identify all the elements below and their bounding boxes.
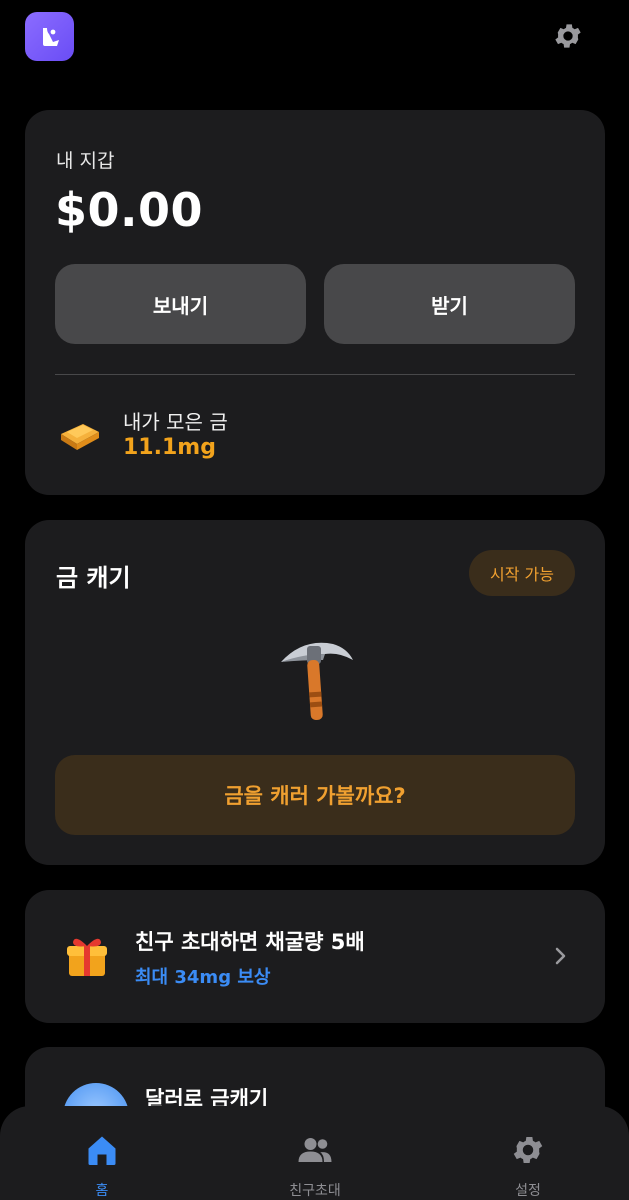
invite-title: 친구 초대하면 채굴량 5배 [135,930,365,954]
status-badge: 시작 가능 [469,550,575,596]
nav-label-home: 홈 [95,1183,109,1199]
wallet-card: 내 지갑 $0.00 보내기 받기 내가 모은 금 11.1mg [25,110,605,495]
nav-item-home[interactable]: 홈 [32,1106,172,1200]
chevron-right-icon [555,947,566,965]
mining-card: 금 캐기 시작 가능 금을 캐러 가볼까요? [25,520,605,865]
divider [55,374,575,375]
app-logo-icon [25,12,74,61]
nav-item-settings[interactable]: 설정 [458,1106,598,1200]
gift-icon [67,938,107,976]
nav-label-invite: 친구초대 [289,1183,341,1199]
nav-label-settings: 설정 [515,1183,541,1199]
gear-icon [555,24,581,48]
gold-collected-label: 내가 모은 금 [123,410,228,434]
mining-title: 금 캐기 [56,564,131,592]
send-button[interactable]: 보내기 [55,264,306,344]
gold-bar-icon [61,424,99,450]
receive-button[interactable]: 받기 [324,264,575,344]
gear-icon [513,1136,543,1164]
gold-collected-value: 11.1mg [123,435,216,460]
home-icon [88,1136,116,1165]
nav-item-invite[interactable]: 친구초대 [245,1106,385,1200]
users-icon [298,1138,332,1162]
invite-card[interactable]: 친구 초대하면 채굴량 5배 최대 34mg 보상 [25,890,605,1023]
wallet-title: 내 지갑 [56,150,115,172]
wallet-balance: $0.00 [55,183,204,237]
top-bar [0,0,629,80]
pickaxe-icon [281,642,353,721]
bottom-nav: 홈 친구초대 설정 [0,1106,629,1200]
start-mining-button[interactable]: 금을 캐러 가볼까요? [55,755,575,835]
invite-reward: 최대 34mg 보상 [135,967,271,988]
settings-button[interactable] [550,18,586,54]
